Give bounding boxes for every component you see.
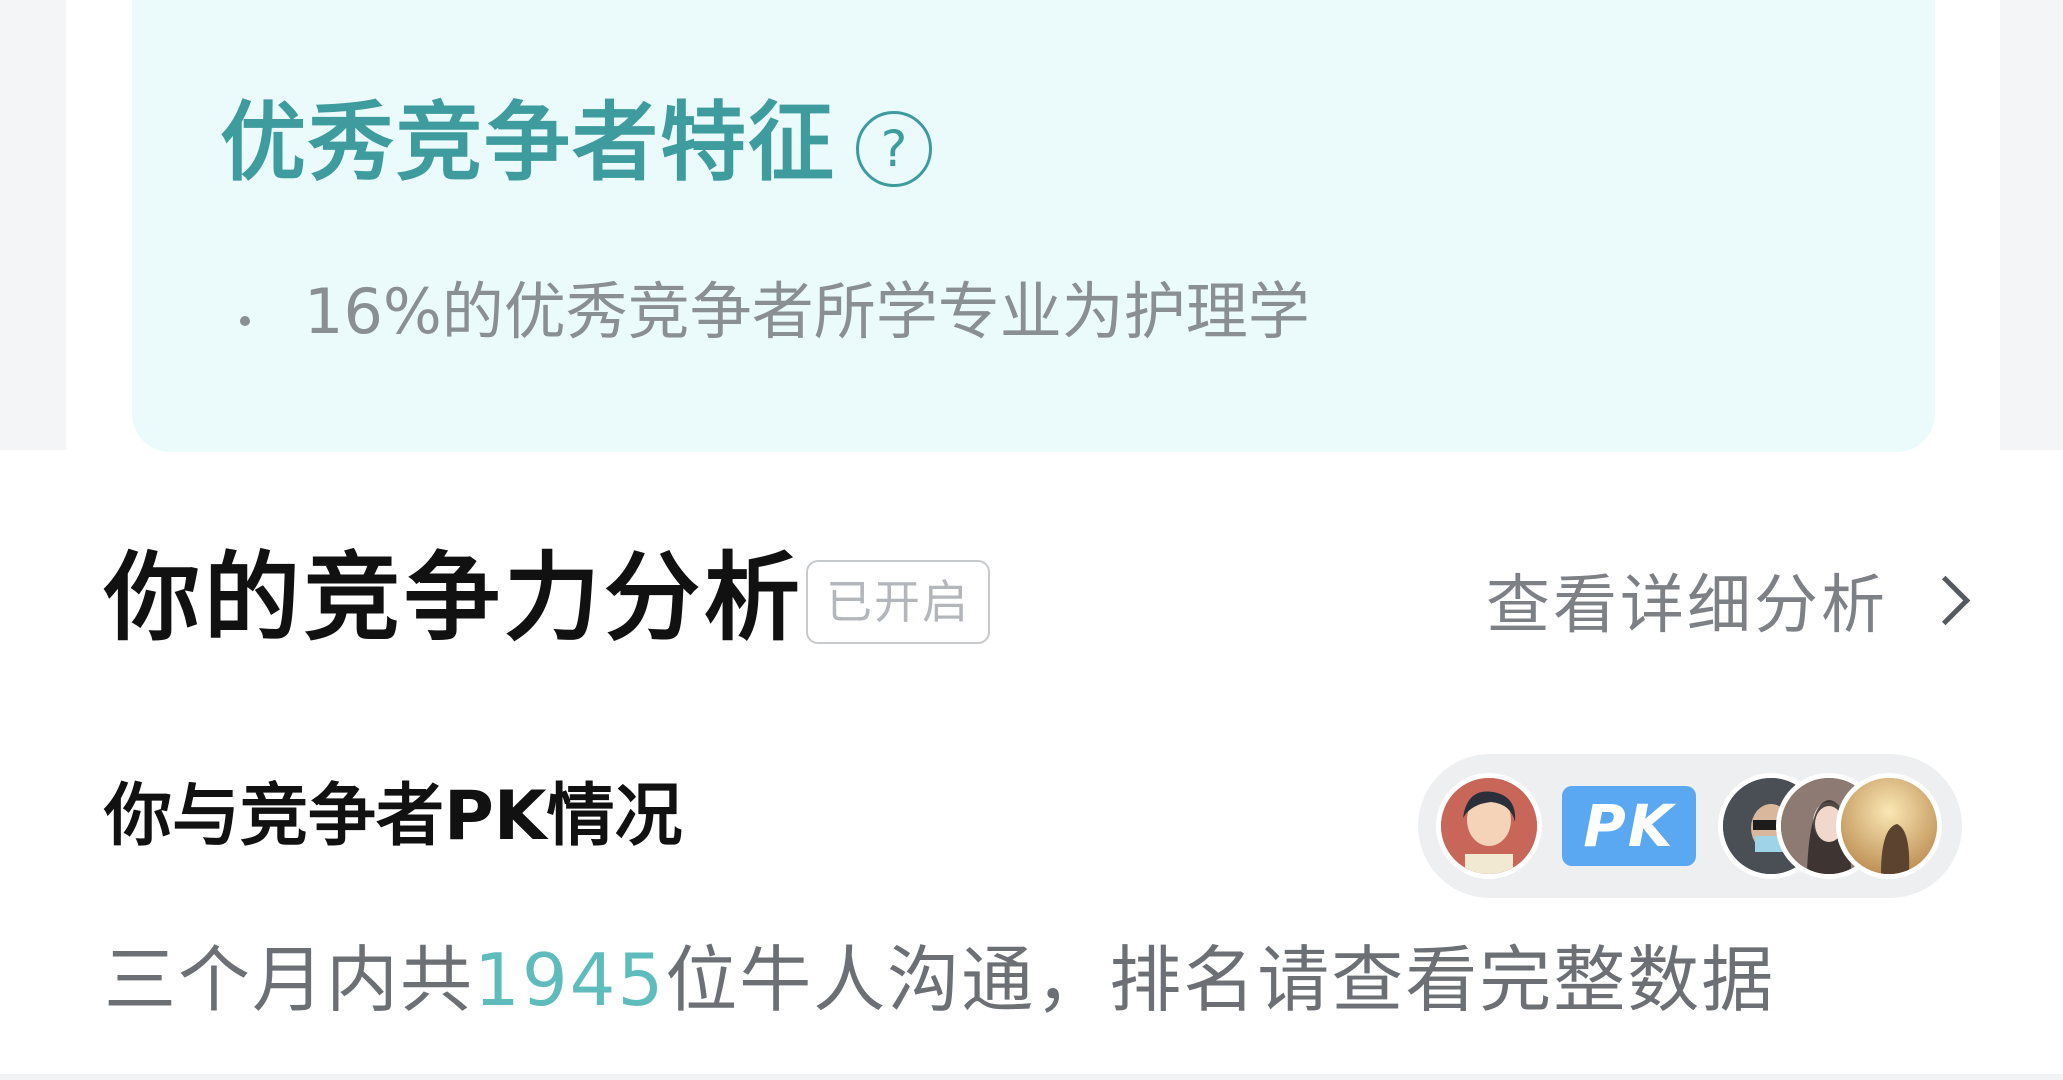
pk-summary-text: 三个月内共1945位牛人沟通，排名请查看完整数据 — [104, 930, 1775, 1030]
status-badge: 已开启 — [806, 560, 990, 644]
chevron-right-icon — [1920, 575, 1971, 625]
excellent-competitor-card — [132, 0, 1935, 452]
self-avatar — [1436, 773, 1542, 879]
competitiveness-page: 优秀竞争者特征 ? 16%的优秀竞争者所学专业为护理学 你的竞争力分析 已开启 … — [0, 0, 2063, 1080]
summary-prefix: 三个月内共 — [104, 938, 475, 1022]
view-detail-link[interactable]: 查看详细分析 — [1486, 556, 1971, 644]
help-icon[interactable]: ? — [856, 111, 932, 187]
view-detail-label: 查看详细分析 — [1486, 569, 1888, 643]
analysis-section-title: 你的竞争力分析 — [104, 542, 804, 654]
competitor-avatar — [1836, 773, 1942, 879]
summary-suffix: 位牛人沟通，排名请查看完整数据 — [665, 938, 1776, 1022]
bottom-divider — [0, 1074, 2063, 1080]
pk-icon: PK — [1562, 786, 1696, 866]
competitor-count: 1945 — [474, 938, 666, 1022]
feature-card-title: 优秀竞争者特征 — [220, 93, 836, 193]
bullet-dot — [240, 316, 250, 326]
feature-item-text: 16%的优秀竞争者所学专业为护理学 — [304, 275, 1310, 348]
pk-section-title: 你与竞争者PK情况 — [104, 777, 683, 856]
